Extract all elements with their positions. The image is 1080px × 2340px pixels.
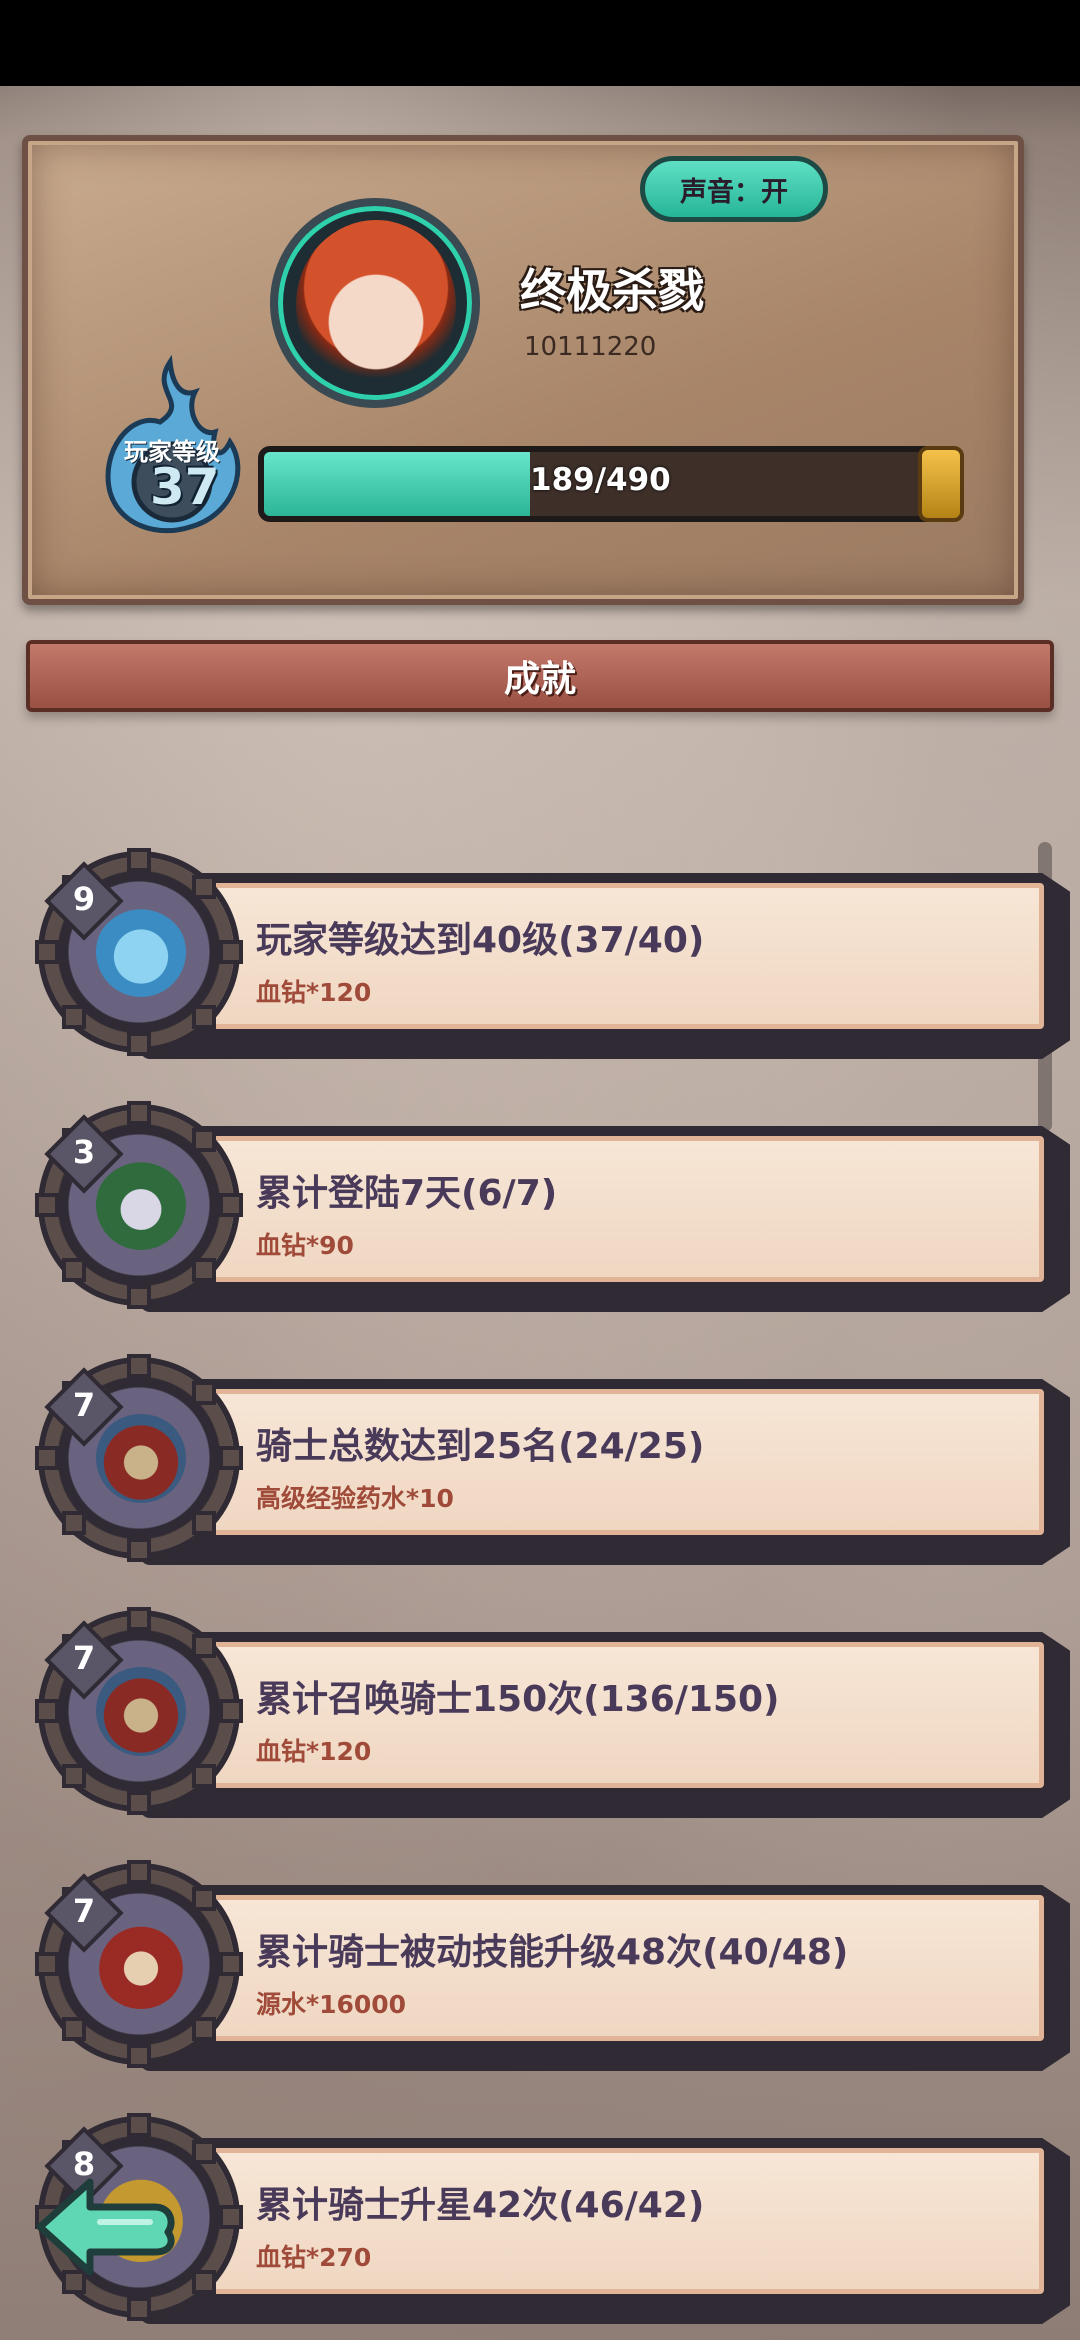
- achievement-title: 玩家等级达到40级(37/40): [256, 920, 705, 961]
- achievement-tier-number: 7: [72, 1639, 96, 1677]
- player-name: 终极杀戮: [520, 264, 704, 318]
- gear-tooth: [192, 1380, 217, 1405]
- gear-tooth: [35, 1699, 59, 1723]
- achievement-item[interactable]: 7 累计骑士被动技能升级48次(40/48) 源水*16000: [35, 1860, 1070, 2071]
- achievement-tier-number: 3: [72, 1133, 96, 1171]
- avatar[interactable]: [270, 198, 480, 408]
- gear-tooth: [192, 874, 217, 899]
- achievement-reward: 血钻*90: [256, 1231, 354, 1260]
- gear-tooth: [61, 1258, 86, 1283]
- achievement-title: 累计召唤骑士150次(136/150): [256, 1679, 780, 1720]
- achievement-title: 骑士总数达到25名(24/25): [256, 1426, 705, 1467]
- gear-tooth: [127, 1791, 151, 1815]
- gear-tooth: [192, 1005, 217, 1030]
- achievement-title: 累计骑士升星42次(46/42): [256, 2185, 705, 2226]
- xp-progress-fill: [264, 452, 531, 516]
- achievement-reward: 血钻*120: [256, 978, 372, 1007]
- status-bar: [0, 0, 1080, 86]
- gear-tooth: [219, 1699, 243, 1723]
- achievement-item[interactable]: 7 累计召唤骑士150次(136/150) 血钻*120: [35, 1607, 1070, 1818]
- gear-tooth: [219, 940, 243, 964]
- xp-text: 189/490: [530, 462, 671, 498]
- gear-tooth: [61, 1764, 86, 1789]
- achievement-item[interactable]: 8 累计骑士升星42次(46/42) 血钻*270: [35, 2113, 1070, 2324]
- gear-tooth: [192, 1127, 217, 1152]
- achievement-tier-number: 9: [72, 880, 96, 918]
- gear-tooth: [219, 1446, 243, 1470]
- gear-tooth: [192, 1258, 217, 1283]
- gear-tooth: [127, 1538, 151, 1562]
- gear-tooth: [127, 1101, 151, 1125]
- gear-tooth: [192, 2270, 217, 2295]
- gear-tooth: [127, 1607, 151, 1631]
- gear-tooth: [127, 1860, 151, 1884]
- gear-tooth: [127, 2113, 151, 2137]
- achievement-item[interactable]: 3 累计登陆7天(6/7) 血钻*90: [35, 1101, 1070, 1312]
- gear-tooth: [192, 1764, 217, 1789]
- gear-tooth: [127, 1032, 151, 1056]
- achievements-header: 成就: [26, 640, 1054, 712]
- gear-tooth: [127, 848, 151, 872]
- achievement-item[interactable]: 9 玩家等级达到40级(37/40) 血钻*120: [35, 848, 1070, 1059]
- gear-tooth: [219, 1193, 243, 1217]
- achievement-tier-number: 7: [72, 1892, 96, 1930]
- gear-tooth: [192, 1511, 217, 1536]
- achievement-reward: 血钻*120: [256, 1737, 372, 1766]
- sound-toggle-button[interactable]: 声音：开: [640, 156, 828, 222]
- gear-tooth: [127, 2297, 151, 2321]
- achievement-title: 累计骑士被动技能升级48次(40/48): [256, 1932, 849, 1973]
- achievement-reward: 高级经验药水*10: [256, 1484, 454, 1513]
- gear-tooth: [192, 1633, 217, 1658]
- gear-tooth: [127, 1354, 151, 1378]
- gear-tooth: [192, 2139, 217, 2164]
- achievement-reward: 源水*16000: [256, 1990, 407, 2019]
- gear-tooth: [35, 940, 59, 964]
- achievement-tier-number: 7: [72, 1386, 96, 1424]
- gear-tooth: [61, 1005, 86, 1030]
- achievement-reward: 血钻*270: [256, 2243, 372, 2272]
- gear-tooth: [192, 2017, 217, 2042]
- xp-bar-end-icon: [918, 446, 964, 522]
- gear-tooth: [61, 1511, 86, 1536]
- avatar-portrait: [296, 220, 456, 390]
- achievement-item[interactable]: 7 骑士总数达到25名(24/25) 高级经验药水*10: [35, 1354, 1070, 1565]
- gear-tooth: [219, 1952, 243, 1976]
- gear-tooth: [35, 1952, 59, 1976]
- level-number: 37: [150, 458, 220, 516]
- gear-tooth: [61, 2017, 86, 2042]
- gear-tooth: [35, 1446, 59, 1470]
- back-arrow-icon[interactable]: [30, 2172, 180, 2282]
- player-id: 10111220: [524, 332, 657, 362]
- gear-tooth: [127, 1285, 151, 1309]
- achievement-title: 累计登陆7天(6/7): [256, 1173, 558, 1214]
- gear-tooth: [219, 2205, 243, 2229]
- gear-tooth: [192, 1886, 217, 1911]
- gear-tooth: [35, 1193, 59, 1217]
- gear-tooth: [127, 2044, 151, 2068]
